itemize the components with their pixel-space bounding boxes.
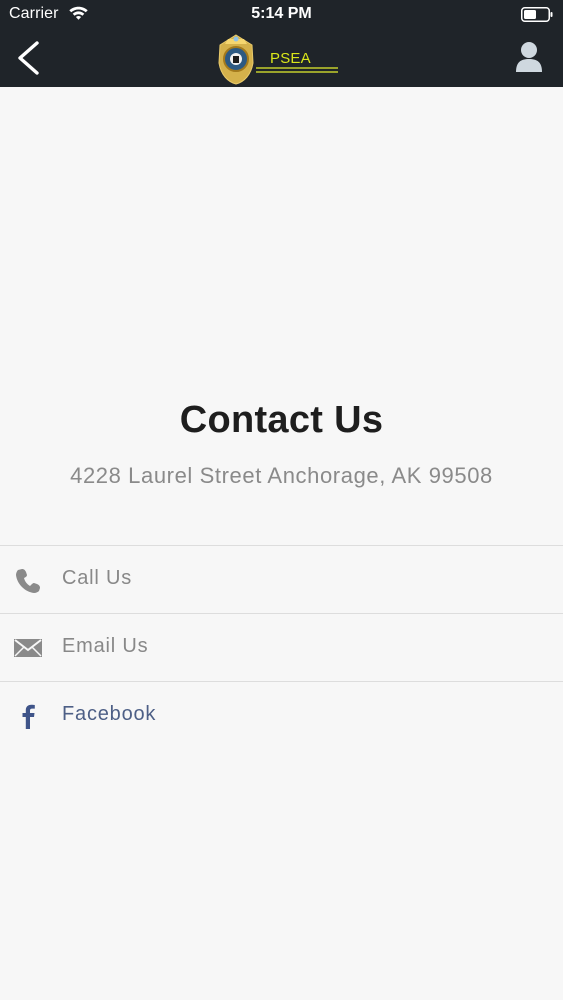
phone-icon (16, 569, 40, 593)
logo-title: PSEA (270, 50, 311, 67)
navigation-bar: PSEA (0, 30, 563, 87)
address-text: 4228 Laurel Street Anchorage, AK 99508 (70, 463, 493, 488)
call-us-row[interactable]: Call Us (0, 546, 563, 614)
content-area: Contact Us 4228 Laurel Street Anchorage,… (0, 87, 563, 1000)
status-bar: Carrier 5:14 PM (0, 0, 563, 30)
badge-icon (218, 34, 254, 85)
status-time: 5:14 PM (251, 5, 312, 22)
user-icon[interactable] (512, 40, 546, 75)
battery-icon (521, 7, 553, 22)
envelope-icon (14, 639, 42, 657)
facebook-label: Facebook (62, 703, 157, 725)
back-button[interactable] (12, 38, 46, 78)
contact-screen: Carrier 5:14 PM PSEA Contact Us 4228 Lau… (0, 0, 563, 1000)
facebook-icon (22, 704, 35, 729)
email-us-row[interactable]: Email Us (0, 614, 563, 682)
page-title: Contact Us (179, 399, 384, 441)
top-bar: Carrier 5:14 PM PSEA (0, 0, 563, 87)
facebook-row[interactable]: Facebook (0, 682, 563, 750)
logo-tagline-lines (256, 67, 338, 77)
contact-list: Call Us Email Us Facebook (0, 545, 563, 750)
email-us-label: Email Us (62, 635, 149, 657)
psea-logo: PSEA (216, 33, 338, 85)
call-us-label: Call Us (62, 567, 133, 589)
